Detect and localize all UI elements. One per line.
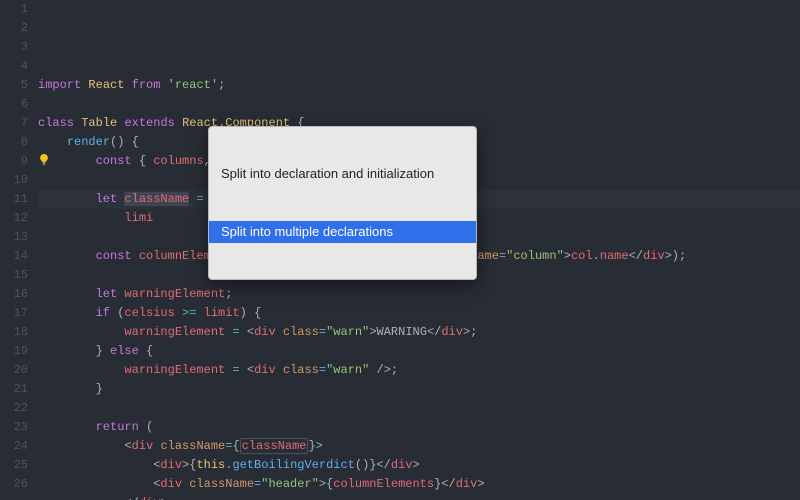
- code-line[interactable]: return (: [38, 418, 800, 437]
- code-line[interactable]: [38, 399, 800, 418]
- line-number: 11: [0, 190, 28, 209]
- line-number: 26: [0, 475, 28, 494]
- intention-actions-popup[interactable]: Split into declaration and initializatio…: [208, 126, 477, 280]
- selected-token: className: [124, 192, 189, 206]
- line-number: 2: [0, 19, 28, 38]
- code-line[interactable]: } else {: [38, 342, 800, 361]
- code-editor[interactable]: 1234567891011121314151617181920212223242…: [0, 0, 800, 500]
- line-number-gutter: 1234567891011121314151617181920212223242…: [0, 0, 38, 500]
- intention-action-item-selected[interactable]: Split into multiple declarations: [209, 221, 476, 243]
- code-line[interactable]: warningElement = <div class="warn" />;: [38, 361, 800, 380]
- code-line[interactable]: <div>{this.getBoilingVerdict()}</div>: [38, 456, 800, 475]
- line-number: 10: [0, 171, 28, 190]
- line-number: 12: [0, 209, 28, 228]
- intention-action-item[interactable]: Split into declaration and initializatio…: [209, 163, 476, 185]
- line-number: 16: [0, 285, 28, 304]
- line-number: 25: [0, 456, 28, 475]
- code-line[interactable]: let warningElement;: [38, 285, 800, 304]
- code-line[interactable]: <div className={className}>: [38, 437, 800, 456]
- line-number: 6: [0, 95, 28, 114]
- line-number: 4: [0, 57, 28, 76]
- line-number: 3: [0, 38, 28, 57]
- line-number: 19: [0, 342, 28, 361]
- line-number: 21: [0, 380, 28, 399]
- line-number: 13: [0, 228, 28, 247]
- code-line[interactable]: [38, 95, 800, 114]
- intention-bulb-icon[interactable]: [37, 115, 51, 129]
- line-number: 8: [0, 133, 28, 152]
- line-number: 23: [0, 418, 28, 437]
- code-line[interactable]: if (celsius >= limit) {: [38, 304, 800, 323]
- line-number: 24: [0, 437, 28, 456]
- line-number: 7: [0, 114, 28, 133]
- line-number: 20: [0, 361, 28, 380]
- code-line[interactable]: </div>: [38, 494, 800, 500]
- code-line[interactable]: warningElement = <div class="warn">WARNI…: [38, 323, 800, 342]
- line-number: 17: [0, 304, 28, 323]
- line-number: 5: [0, 76, 28, 95]
- code-area[interactable]: import React from 'react';class Table ex…: [38, 0, 800, 500]
- code-line[interactable]: }: [38, 380, 800, 399]
- line-number: 15: [0, 266, 28, 285]
- line-number: 18: [0, 323, 28, 342]
- line-number: 14: [0, 247, 28, 266]
- line-number: 9: [0, 152, 28, 171]
- code-line[interactable]: <div className="header">{columnElements}…: [38, 475, 800, 494]
- line-number: 22: [0, 399, 28, 418]
- code-line[interactable]: import React from 'react';: [38, 76, 800, 95]
- line-number: 1: [0, 0, 28, 19]
